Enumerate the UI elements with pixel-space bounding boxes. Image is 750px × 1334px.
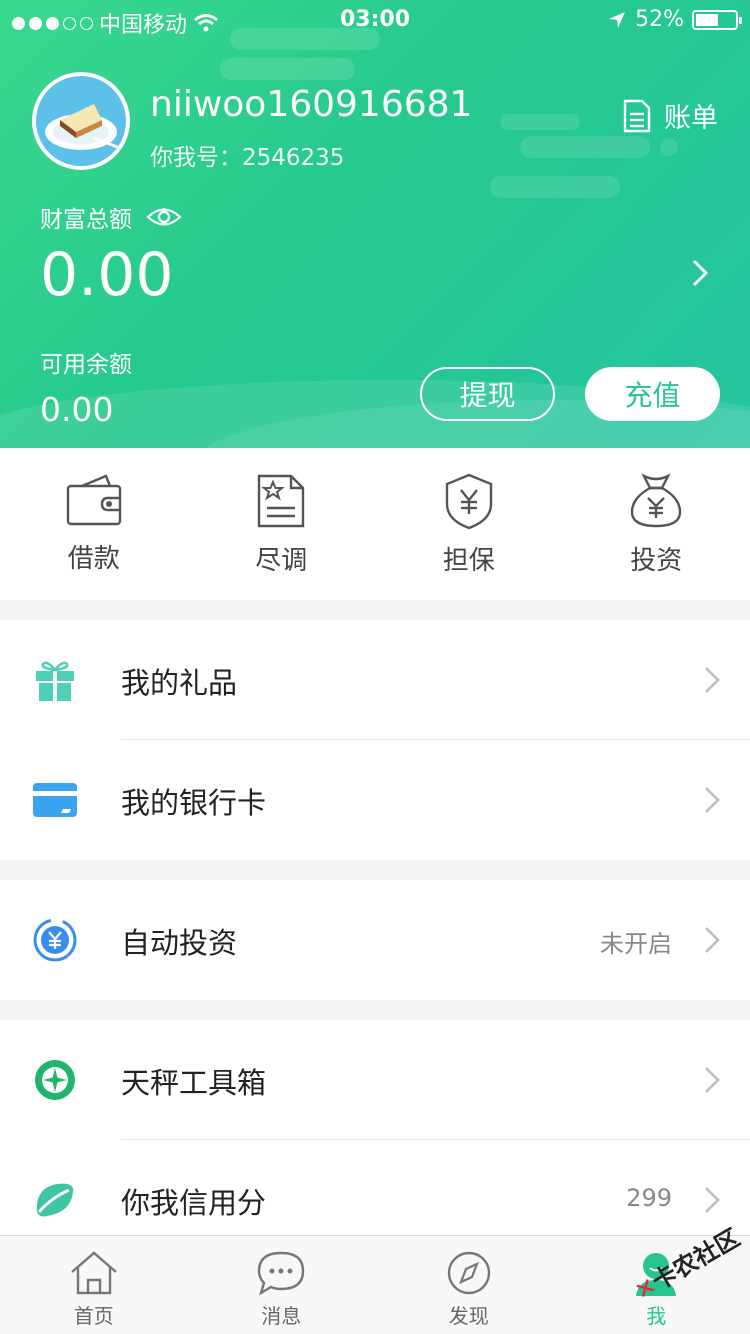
chevron-right-icon	[705, 927, 720, 953]
avatar[interactable]	[32, 72, 130, 170]
eye-icon[interactable]	[146, 206, 182, 228]
cake-icon	[45, 104, 121, 150]
status-bar: 中国移动 03:00 52%	[0, 0, 750, 40]
compass-icon	[35, 1060, 75, 1100]
quick-action-label: 投资	[630, 546, 683, 576]
available-balance-value: 0.00	[40, 390, 114, 429]
wealth-total-label: 财富总额	[40, 200, 182, 234]
menu-item-label: 天秤工具箱	[121, 1066, 267, 1100]
bill-document-icon	[623, 99, 651, 132]
discover-icon	[447, 1251, 490, 1295]
quick-action-label: 尽调	[255, 546, 308, 576]
leaf-icon	[36, 1183, 74, 1217]
chevron-right-icon	[705, 787, 720, 813]
gift-icon	[36, 661, 74, 701]
menu-item-bank-cards[interactable]: 我的银行卡	[0, 740, 750, 860]
auto-invest-icon	[33, 918, 77, 962]
chevron-right-icon[interactable]	[690, 258, 710, 288]
auto-invest-status: 未开启	[600, 930, 672, 958]
tab-home[interactable]: 首页	[0, 1236, 188, 1334]
tab-label: 发现	[448, 1304, 489, 1328]
account-header: 中国移动 03:00 52% niiwoo160916681 你我号：25462…	[0, 0, 750, 448]
location-arrow-icon	[609, 11, 626, 28]
account-number: 你我号：2546235	[150, 145, 345, 171]
tab-messages[interactable]: 消息	[188, 1236, 376, 1334]
home-icon	[70, 1251, 117, 1295]
money-bag-icon	[631, 473, 682, 528]
wallet-icon	[66, 474, 121, 526]
menu-item-toolbox[interactable]: 天秤工具箱	[0, 1020, 750, 1140]
menu-item-label: 我的礼品	[121, 666, 238, 700]
tab-label: 消息	[261, 1304, 302, 1328]
available-balance-label: 可用余额	[40, 352, 132, 378]
battery-icon	[692, 9, 742, 30]
username: niiwoo160916681	[150, 84, 473, 125]
tab-discover[interactable]: 发现	[375, 1236, 563, 1334]
quick-action-guarantee[interactable]: 担保	[375, 448, 563, 600]
bill-button[interactable]: 账单	[622, 96, 718, 135]
menu-group-tools: 天秤工具箱 你我信用分 299	[0, 1020, 750, 1235]
menu-item-label: 你我信用分	[121, 1186, 267, 1220]
menu-item-label: 我的银行卡	[121, 786, 267, 820]
wealth-label-text: 财富总额	[40, 207, 132, 233]
menu-item-gifts[interactable]: 我的礼品	[0, 620, 750, 740]
chevron-right-icon	[705, 1187, 720, 1213]
quick-actions: 借款 尽调 担保 投资	[0, 448, 750, 600]
bank-card-icon	[33, 783, 77, 817]
menu-item-credit-score[interactable]: 你我信用分 299	[0, 1140, 750, 1235]
bill-label: 账单	[664, 103, 718, 134]
menu-item-auto-invest[interactable]: 自动投资 未开启	[0, 880, 750, 1000]
menu-group-invest: 自动投资 未开启	[0, 880, 750, 1000]
menu-group-assets: 我的礼品 我的银行卡	[0, 620, 750, 860]
shield-yen-icon	[445, 473, 492, 530]
tab-label: 我	[646, 1304, 667, 1328]
quick-action-loan[interactable]: 借款	[0, 448, 188, 600]
menu-item-label: 自动投资	[121, 926, 238, 960]
chevron-right-icon	[705, 1067, 720, 1093]
credit-score-value: 299	[626, 1184, 672, 1212]
quick-action-label: 担保	[442, 546, 495, 576]
battery-percent: 52%	[635, 7, 684, 32]
wealth-total-value: 0.00	[40, 240, 174, 310]
document-star-icon	[258, 474, 305, 528]
recharge-button[interactable]: 充值	[585, 367, 720, 421]
quick-action-label: 借款	[67, 544, 120, 574]
message-icon	[258, 1251, 305, 1296]
withdraw-button[interactable]: 提现	[420, 367, 555, 421]
quick-action-due-diligence[interactable]: 尽调	[188, 448, 376, 600]
tab-label: 首页	[73, 1304, 114, 1328]
quick-action-invest[interactable]: 投资	[563, 448, 750, 600]
chevron-right-icon	[705, 667, 720, 693]
